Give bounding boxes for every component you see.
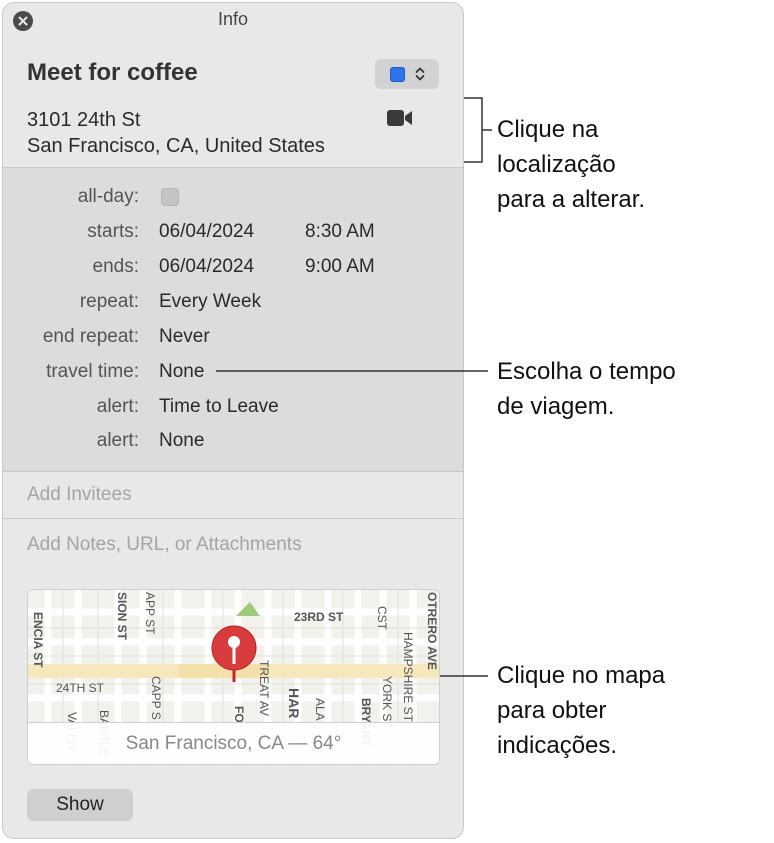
callout-map-line-1: Clique no mapa <box>497 662 666 689</box>
callout-travel-line-2: de viagem. <box>497 393 615 420</box>
callout-map: Clique no mapa para obter indicações. <box>497 658 665 763</box>
callout-map-line-3: indicações. <box>497 732 618 759</box>
callout-location-line-1: Clique na <box>497 116 599 143</box>
callout-location: Clique na localização para a alterar. <box>497 112 645 217</box>
callout-travel-time: Escolha o tempo de viagem. <box>497 354 676 424</box>
callout-location-line-3: para a alterar. <box>497 186 646 213</box>
callout-travel-line-1: Escolha o tempo <box>497 358 676 385</box>
callout-location-line-2: localização <box>497 151 616 178</box>
callout-map-line-2: para obter <box>497 697 607 724</box>
